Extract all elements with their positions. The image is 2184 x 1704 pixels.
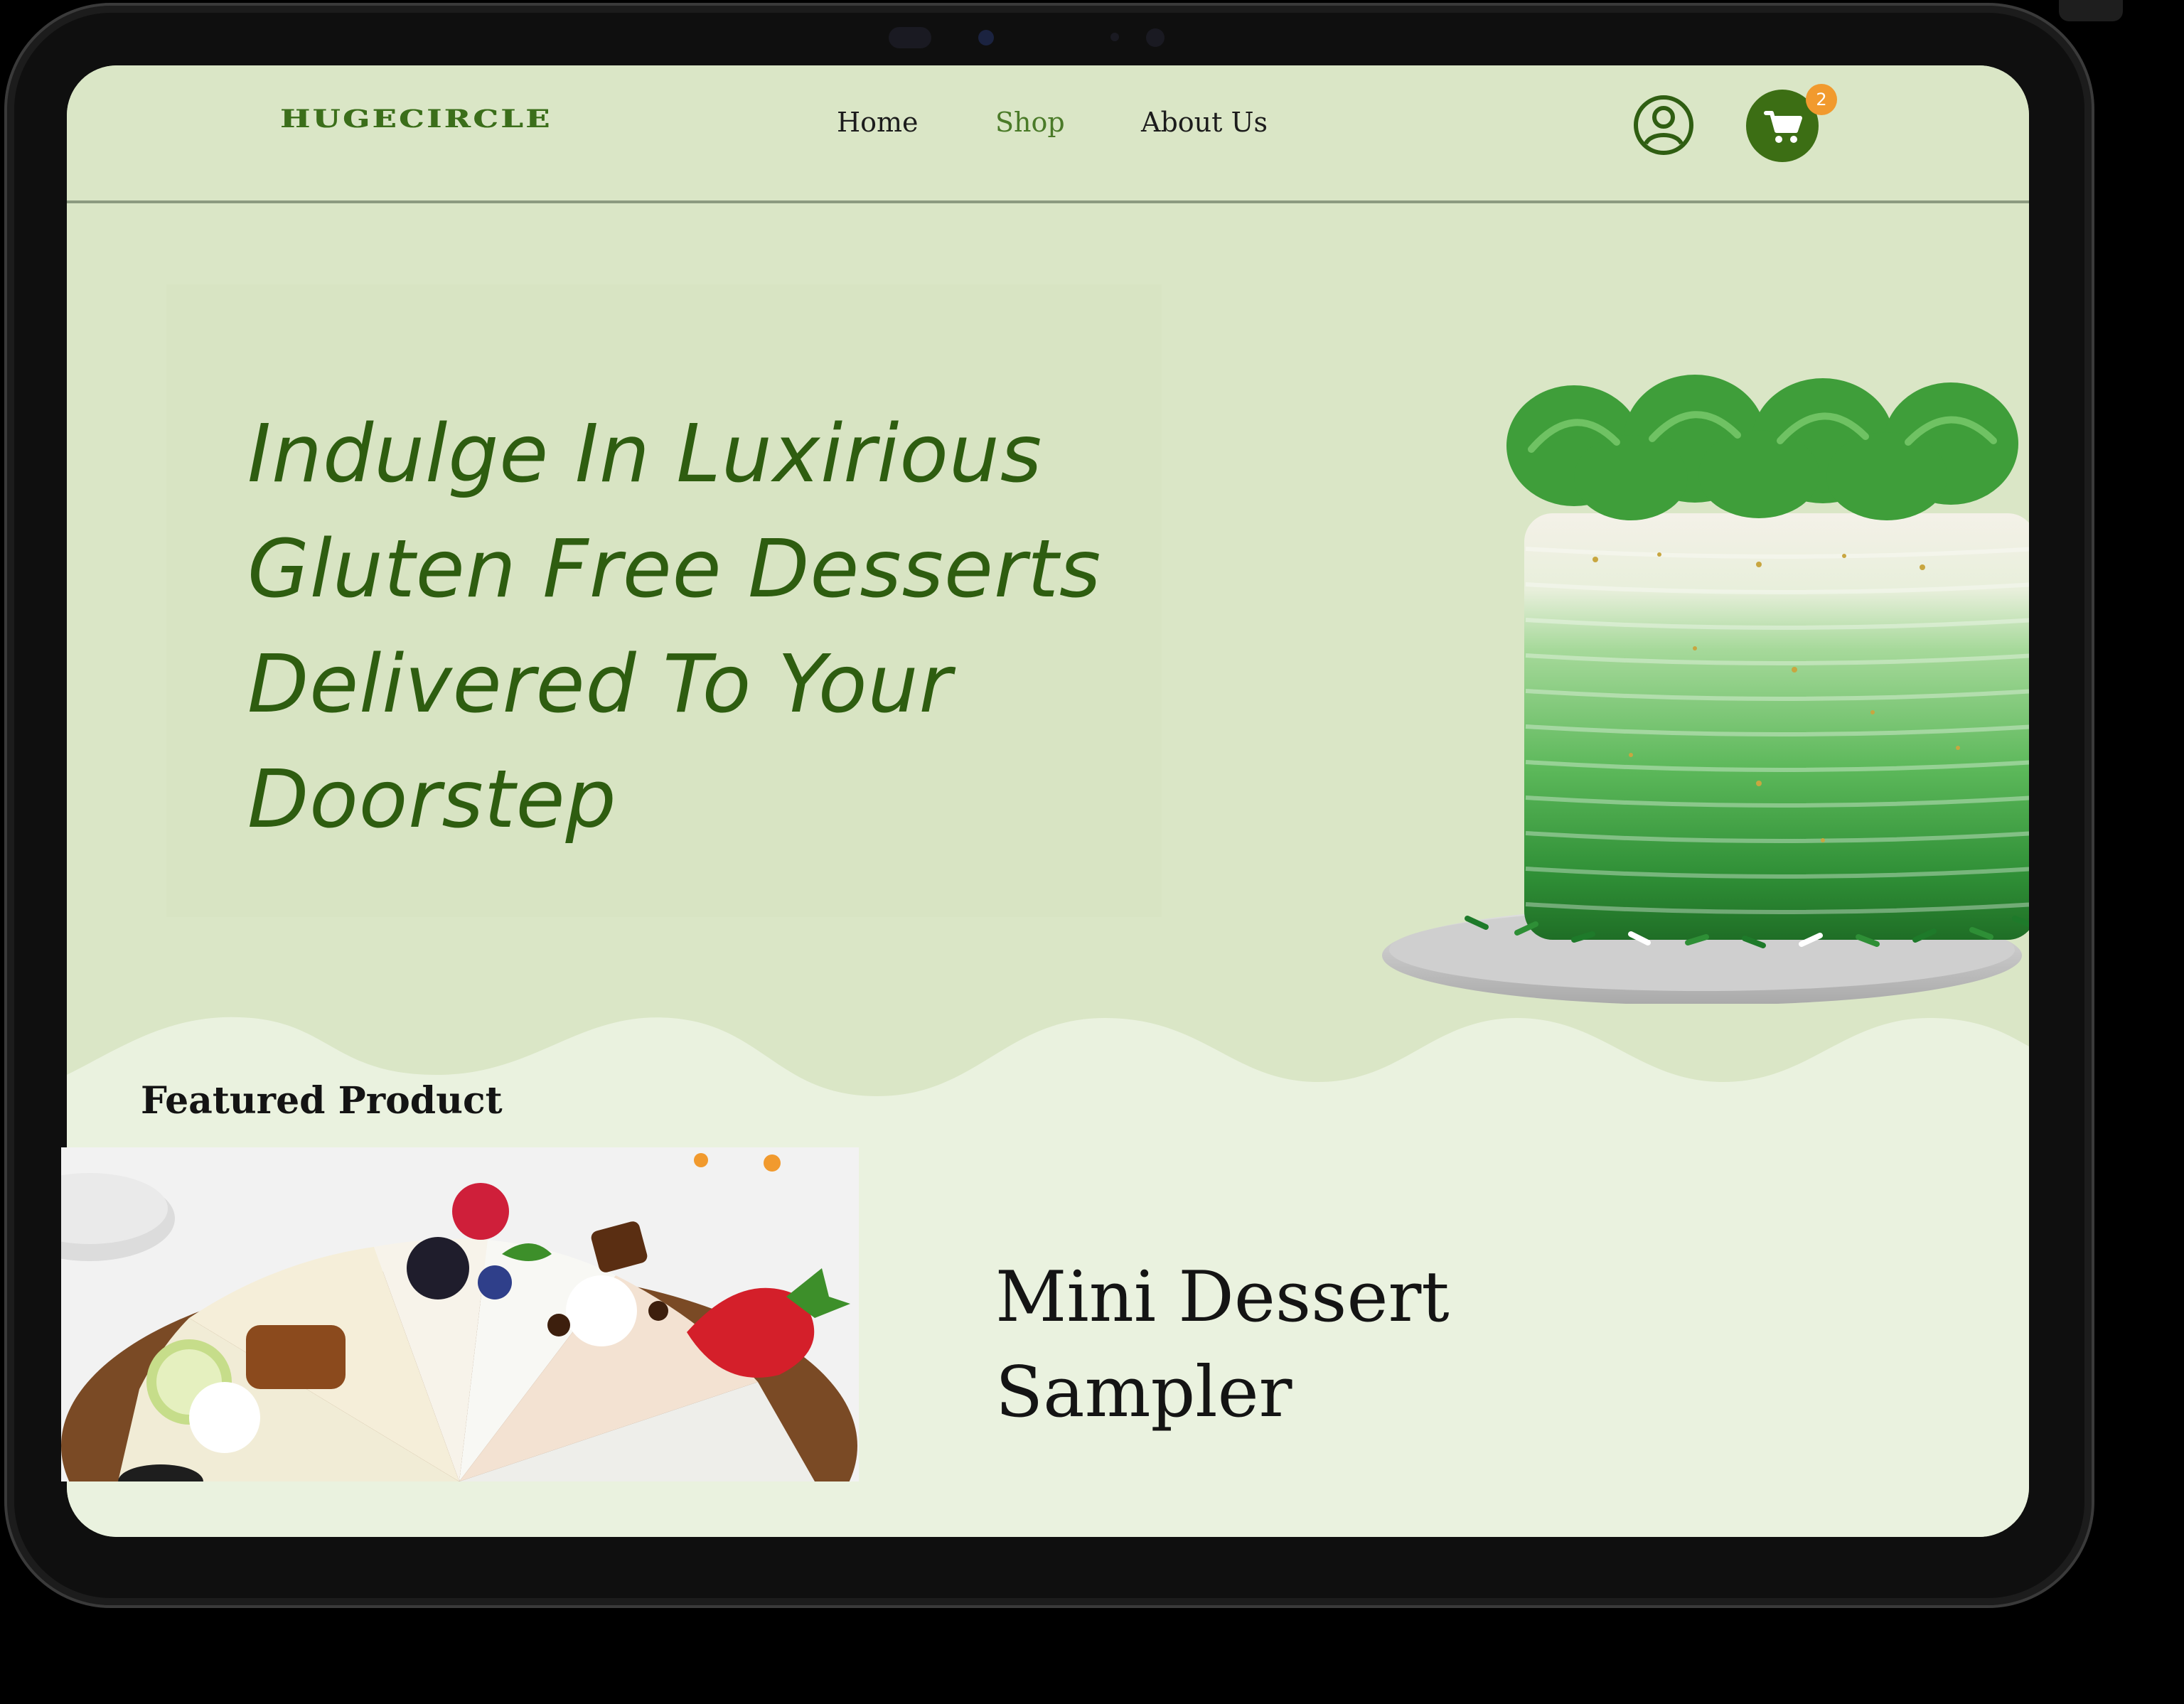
- cart-count-badge: 2: [1806, 84, 1837, 115]
- sensor-dot: [1146, 28, 1165, 47]
- featured-product-name[interactable]: Mini Dessert Sampler: [995, 1250, 1635, 1440]
- camera-bar: [889, 26, 1187, 50]
- tablet-side-button: [2059, 0, 2123, 21]
- featured-product-image[interactable]: [61, 1147, 859, 1481]
- nav-about-us[interactable]: About Us: [1141, 107, 1268, 138]
- sensor-dot: [1110, 33, 1119, 41]
- sensor-dot: [889, 27, 931, 48]
- dessert-sampler-image: [61, 1147, 859, 1481]
- hero-cake-image: [1382, 375, 2029, 1005]
- nav-shop[interactable]: Shop: [995, 107, 1065, 138]
- user-circle-icon[interactable]: [1632, 94, 1695, 156]
- site-logo[interactable]: HUGECIRCLE: [280, 105, 552, 134]
- site-header: HUGECIRCLE Home Shop About Us 2: [67, 65, 2029, 203]
- nav-home[interactable]: Home: [837, 107, 919, 138]
- hero-title: Indulge In Luxirious Gluten Free Dessert…: [247, 408, 1102, 846]
- featured-section-title: Featured Product: [141, 1079, 503, 1122]
- camera-lens: [978, 30, 994, 45]
